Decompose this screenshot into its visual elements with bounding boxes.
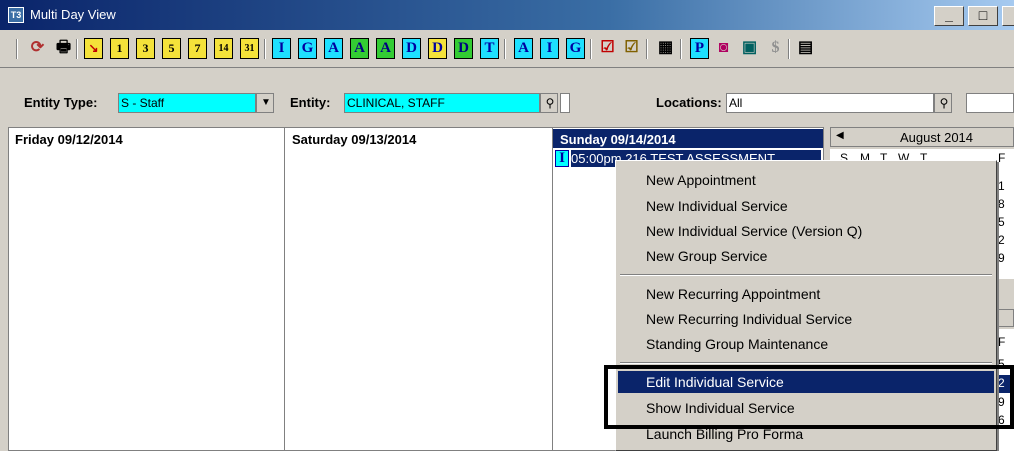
print-icon[interactable]: 🖶 — [54, 38, 73, 59]
day-header-sunday: Sunday 09/14/2014 — [560, 132, 676, 147]
view-1-day-button[interactable]: 1 — [110, 38, 129, 59]
agenda-icon[interactable]: ↘ — [84, 38, 103, 59]
view-3-day-button[interactable]: 3 — [136, 38, 155, 59]
locations-search-icon[interactable]: ⚲ — [934, 93, 952, 113]
locations-extra-field[interactable] — [966, 93, 1014, 113]
d-yellow-button[interactable]: D — [428, 38, 447, 59]
entity-type-label: Entity Type: — [24, 95, 98, 110]
d-button[interactable]: D — [402, 38, 421, 59]
menu-item-new-individual-service-version-q[interactable]: New Individual Service (Version Q) — [618, 220, 994, 242]
search-icon[interactable]: ⚲ — [540, 93, 558, 113]
window-title: Multi Day View — [30, 7, 116, 22]
cal-day[interactable]: 8 — [998, 197, 1005, 211]
group-service-button[interactable]: G — [298, 38, 317, 59]
t-button[interactable]: T — [480, 38, 499, 59]
menu-item-new-appointment[interactable]: New Appointment — [618, 169, 994, 191]
menu-item-new-group-service[interactable]: New Group Service — [618, 245, 994, 267]
a-button[interactable]: A — [514, 38, 533, 59]
app-icon: T3 — [8, 7, 24, 23]
weekday-f: F — [998, 151, 1006, 165]
individual-service-button[interactable]: I — [272, 38, 291, 59]
billing-icon[interactable]: $ — [766, 38, 785, 59]
chevron-down-icon[interactable]: ▼ — [256, 93, 274, 113]
view-5-day-button[interactable]: 5 — [162, 38, 181, 59]
check-red-icon[interactable]: ☑ — [598, 38, 617, 59]
entity-extra-field[interactable] — [560, 93, 570, 113]
close-button[interactable] — [1002, 6, 1014, 26]
locations-field[interactable]: All — [726, 93, 934, 113]
cal-day[interactable]: 9 — [998, 251, 1005, 265]
locations-label: Locations: — [656, 95, 722, 110]
p-button[interactable]: P — [690, 38, 709, 59]
title-bar: T3 Multi Day View _ □ — [0, 0, 1014, 30]
view-31-day-button[interactable]: 31 — [240, 38, 259, 59]
appointment-button[interactable]: A — [324, 38, 343, 59]
view-14-day-button[interactable]: 14 — [214, 38, 233, 59]
menu-separator — [620, 274, 992, 276]
toolbar: ⟳ 🖶 ↘ 1 3 5 7 14 31 I G A A A D D D T A … — [0, 30, 1014, 68]
report-icon[interactable]: ◙ — [714, 38, 733, 59]
cal-day[interactable]: 5 — [998, 215, 1005, 229]
annotation-highlight-box — [604, 365, 1014, 429]
entity-label: Entity: — [290, 95, 331, 110]
calendar-icon[interactable]: ▦ — [656, 38, 675, 59]
menu-item-new-recurring-appointment[interactable]: New Recurring Appointment — [618, 283, 994, 305]
weekday-f-2: F — [998, 335, 1006, 349]
cal-day[interactable]: 2 — [998, 233, 1005, 247]
appointment-green2-button[interactable]: A — [376, 38, 395, 59]
entity-type-select[interactable]: S - Staff — [118, 93, 256, 113]
misc-icon[interactable]: ▤ — [796, 38, 815, 59]
appointment-green-button[interactable]: A — [350, 38, 369, 59]
menu-item-standing-group-maintenance[interactable]: Standing Group Maintenance — [618, 333, 994, 355]
day-header-friday: Friday 09/12/2014 — [15, 132, 123, 147]
entity-field[interactable]: CLINICAL, STAFF — [344, 93, 540, 113]
individual-service-icon: I — [555, 150, 569, 167]
check-yellow-icon[interactable]: ☑ — [622, 38, 641, 59]
schedule-icon[interactable]: ▣ — [740, 38, 759, 59]
prev-month-icon[interactable]: ◀ — [836, 130, 844, 141]
maximize-button[interactable]: □ — [968, 6, 998, 26]
menu-separator — [620, 362, 992, 364]
i-button[interactable]: I — [540, 38, 559, 59]
view-7-day-button[interactable]: 7 — [188, 38, 207, 59]
month-title: August 2014 — [900, 130, 974, 145]
day-header-saturday: Saturday 09/13/2014 — [292, 132, 417, 147]
cal-day[interactable]: 1 — [998, 179, 1005, 193]
menu-item-new-individual-service[interactable]: New Individual Service — [618, 195, 994, 217]
menu-item-new-recurring-individual-service[interactable]: New Recurring Individual Service — [618, 308, 994, 330]
g-button[interactable]: G — [566, 38, 585, 59]
filter-bar: Entity Type: S - Staff ▼ Entity: CLINICA… — [0, 88, 1014, 118]
minimize-button[interactable]: _ — [934, 6, 964, 26]
d-green-button[interactable]: D — [454, 38, 473, 59]
refresh-icon[interactable]: ⟳ — [28, 38, 47, 59]
